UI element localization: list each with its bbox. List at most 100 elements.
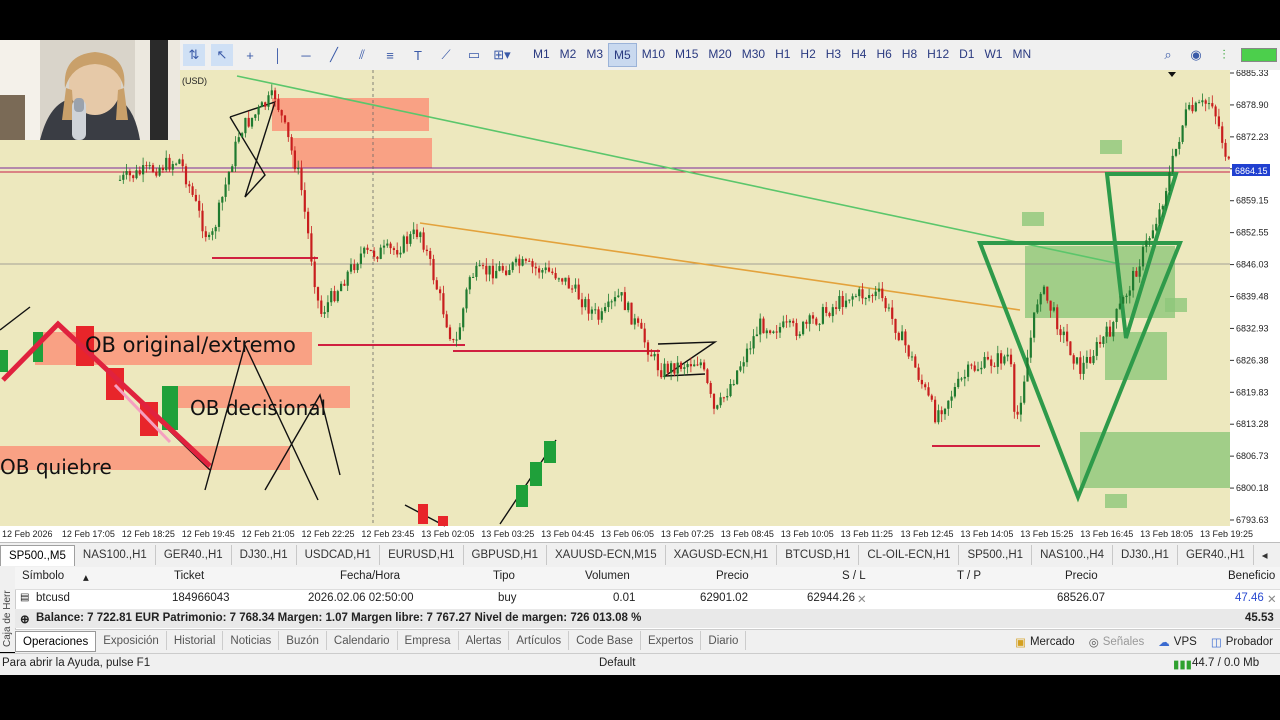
price-chart[interactable]: OB original/extremo OB decisional OB qui…: [0, 68, 1280, 542]
candle-body: [491, 265, 494, 279]
tab-scroll-left-icon[interactable]: ◂: [1254, 545, 1276, 565]
timeframe-h3[interactable]: H3: [821, 43, 846, 65]
candle-body: [432, 258, 435, 281]
col-datetime[interactable]: Fecha/Hora: [340, 570, 400, 582]
col-price2[interactable]: Precio: [1065, 570, 1098, 582]
tab-scroll-right-icon[interactable]: ▸: [1276, 545, 1280, 565]
col-price[interactable]: Precio: [716, 570, 749, 582]
status-profile[interactable]: Default: [599, 657, 635, 669]
terminal-tab[interactable]: Calendario: [327, 631, 398, 650]
search-icon[interactable]: ⌕: [1157, 44, 1179, 66]
timeframe-mn[interactable]: MN: [1007, 43, 1036, 65]
time-label: 12 Feb 17:05: [62, 529, 115, 539]
remove-sl-icon[interactable]: ✕: [857, 592, 867, 606]
chart-tab[interactable]: NAS100.,H4: [1032, 545, 1114, 565]
ob-zone[interactable]: [292, 138, 432, 168]
chart-tab[interactable]: GER40.,H1: [1178, 545, 1254, 565]
shapes-menu-icon[interactable]: ⊞▾: [491, 44, 513, 66]
chart-tab[interactable]: BTCUSD,H1: [777, 545, 860, 565]
candle-body: [501, 266, 504, 271]
chart-tab[interactable]: DJ30.,H1: [1113, 545, 1178, 565]
timeframe-h12[interactable]: H12: [922, 43, 954, 65]
candle-body: [637, 318, 640, 323]
timeframe-d1[interactable]: D1: [954, 43, 979, 65]
green-zone: [1165, 298, 1187, 312]
time-label: 13 Feb 11:25: [841, 529, 893, 539]
terminal-tab[interactable]: Operaciones: [15, 631, 97, 652]
timeframe-m3[interactable]: M3: [581, 43, 608, 65]
timeframe-m10[interactable]: M10: [637, 43, 670, 65]
timeframe-h1[interactable]: H1: [770, 43, 795, 65]
market-button[interactable]: ▣ Mercado: [1008, 632, 1082, 651]
chart-tab[interactable]: XAUUSD-ECN,M15: [547, 545, 666, 565]
position-row[interactable]: ▤ btcusd 184966043 2026.02.06 02:50:00 b…: [15, 589, 1280, 609]
algo-trading-icon[interactable]: ⇅: [183, 44, 205, 66]
terminal-tab[interactable]: Historial: [167, 631, 224, 650]
text-icon[interactable]: T: [407, 44, 429, 66]
timeframe-w1[interactable]: W1: [979, 43, 1007, 65]
timeframe-h2[interactable]: H2: [795, 43, 820, 65]
tester-button[interactable]: ◫ Probador: [1204, 632, 1280, 651]
price-label: 6793.63: [1236, 515, 1269, 525]
crosshair-icon[interactable]: +: [239, 44, 261, 66]
chart-tab[interactable]: GER40.,H1: [156, 545, 232, 565]
channel-icon[interactable]: ⫽: [351, 44, 373, 66]
timeframe-m2[interactable]: M2: [555, 43, 582, 65]
chart-tab[interactable]: DJ30.,H1: [232, 545, 297, 565]
col-type[interactable]: Tipo: [493, 570, 515, 582]
status-connection[interactable]: 44.7 / 0.0 Mb: [1192, 657, 1259, 669]
vertical-line-icon[interactable]: │: [267, 44, 289, 66]
chart-tab[interactable]: CL-OIL-ECN,H1: [859, 545, 960, 565]
timeframe-m1[interactable]: M1: [528, 43, 555, 65]
terminal-tab[interactable]: Buzón: [279, 631, 327, 650]
chart-tab[interactable]: SP500.,M5: [0, 544, 75, 566]
col-symbol[interactable]: Símbolo: [22, 570, 64, 582]
timeframe-h8[interactable]: H8: [897, 43, 922, 65]
chart-tab[interactable]: XAGUSD-ECN,H1: [666, 545, 778, 565]
col-sl[interactable]: S / L: [842, 570, 866, 582]
col-tp[interactable]: T / P: [957, 570, 981, 582]
trendline-icon[interactable]: ╱: [323, 44, 345, 66]
candle-body: [990, 359, 993, 366]
candle-body: [297, 167, 300, 170]
timeframe-h4[interactable]: H4: [846, 43, 871, 65]
candle-body: [287, 122, 290, 138]
col-ticket[interactable]: Ticket: [174, 570, 204, 582]
rectangle-icon[interactable]: ▭: [463, 44, 485, 66]
account-icon[interactable]: ◉: [1185, 44, 1207, 66]
terminal-tab[interactable]: Exposición: [96, 631, 167, 650]
terminal-tab[interactable]: Empresa: [398, 631, 459, 650]
timeframe-m5[interactable]: M5: [608, 43, 637, 67]
col-profit[interactable]: Beneficio: [1228, 570, 1275, 582]
gann-icon[interactable]: ⟋: [435, 44, 457, 66]
terminal-tab[interactable]: Noticias: [223, 631, 280, 650]
horizontal-line-icon[interactable]: ─: [295, 44, 317, 66]
col-volume[interactable]: Volumen: [585, 570, 630, 582]
terminal-tab[interactable]: Alertas: [459, 631, 510, 650]
candle-body: [128, 171, 131, 176]
close-position-icon[interactable]: ✕: [1267, 592, 1277, 606]
chart-tab[interactable]: EURUSD,H1: [380, 545, 464, 565]
terminal-tab[interactable]: Expertos: [641, 631, 702, 650]
price-label: 6878.90: [1236, 100, 1269, 110]
chart-tab[interactable]: GBPUSD,H1: [464, 545, 547, 565]
terminal-tab[interactable]: Artículos: [509, 631, 570, 650]
terminal-tab[interactable]: Code Base: [569, 631, 642, 650]
cursor-icon[interactable]: ↖: [211, 44, 233, 66]
terminal-tab[interactable]: Diario: [701, 631, 747, 650]
vps-button[interactable]: ☁ VPS: [1151, 632, 1204, 651]
timeframe-h6[interactable]: H6: [871, 43, 896, 65]
toolbox-side-text: Caja de Herr: [2, 590, 13, 647]
fibonacci-icon[interactable]: ≡: [379, 44, 401, 66]
time-label: 13 Feb 02:05: [421, 529, 474, 539]
ob-zone[interactable]: [272, 98, 429, 131]
timeframe-m30[interactable]: M30: [737, 43, 770, 65]
chart-tab[interactable]: NAS100.,H1: [75, 545, 156, 565]
chart-tab[interactable]: USDCAD,H1: [297, 545, 381, 565]
positions-header: Símbolo ▴ Ticket Fecha/Hora Tipo Volumen…: [15, 567, 1280, 590]
candle-body: [221, 196, 224, 203]
signals-button[interactable]: ◎ Señales: [1082, 632, 1152, 651]
chart-tab[interactable]: SP500.,H1: [959, 545, 1033, 565]
timeframe-m15[interactable]: M15: [670, 43, 703, 65]
timeframe-m20[interactable]: M20: [703, 43, 736, 65]
